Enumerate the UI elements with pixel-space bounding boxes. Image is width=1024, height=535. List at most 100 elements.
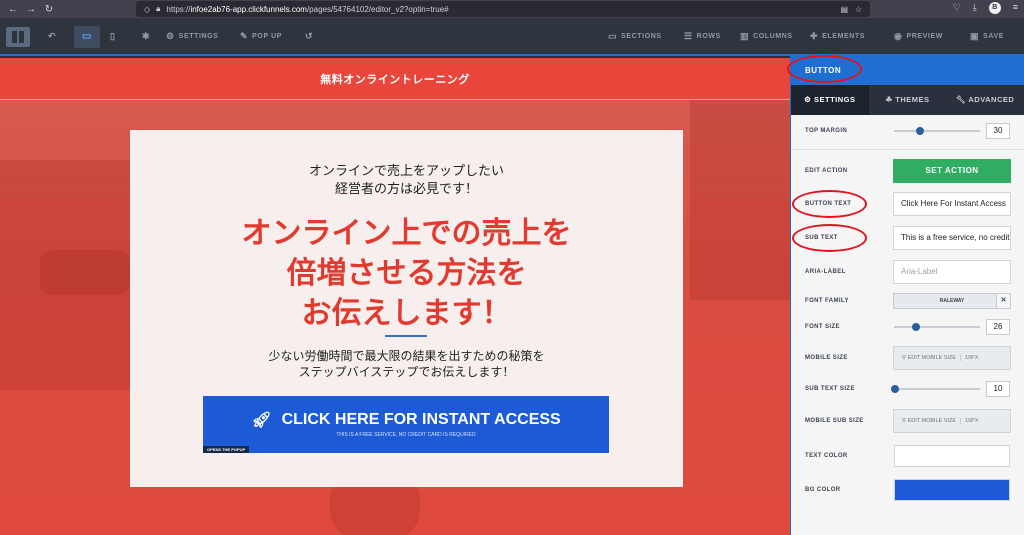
button-settings-panel: BUTTON ⚙ SETTINGS ☘ THEMES 🔧︎ ADVANCED T…: [790, 56, 1024, 535]
sliders-icon: ⚙: [166, 31, 175, 41]
sub-text-size-label: SUB TEXT SIZE: [805, 386, 855, 392]
tab-advanced[interactable]: 🔧︎ ADVANCED: [946, 85, 1024, 115]
top-margin-label: TOP MARGIN: [805, 128, 848, 134]
mobile-size-label: MOBILE SIZE: [805, 355, 848, 361]
aria-label-row: ARIA-LABEL Aria-Label: [791, 257, 1024, 287]
font-size-input[interactable]: 26: [986, 319, 1010, 335]
sub-text-input[interactable]: This is a free service, no credit card i…: [893, 226, 1011, 250]
font-family-select[interactable]: RALEWAY ✕: [893, 293, 1011, 309]
cta-button-text: CLICK HERE FOR INSTANT ACCESS: [281, 411, 561, 428]
header-section[interactable]: 無料オンライントレーニング: [0, 58, 790, 100]
pocket-icon[interactable]: ♡: [953, 2, 961, 14]
text-color-row: TEXT COLOR: [791, 441, 1024, 471]
annotation-oval-button-text: [792, 190, 867, 218]
bg-color-row: BG COLOR: [791, 475, 1024, 505]
browser-toolbar: ← → ↻ ◇ 🔒︎ https://infoe2ab76-app.clickf…: [0, 0, 1024, 18]
address-bar[interactable]: ◇ 🔒︎ https://infoe2ab76-app.clickfunnels…: [136, 1, 870, 17]
slider-knob[interactable]: [912, 323, 920, 331]
slider-knob[interactable]: [916, 127, 924, 135]
download-icon[interactable]: ⤓: [973, 2, 977, 14]
mobile-sub-size-label: MOBILE SUB SIZE: [805, 418, 864, 424]
forward-icon[interactable]: →: [22, 4, 40, 15]
mobile-sub-size-row: MOBILE SUB SIZE ⚲ EDIT MOBILE SIZE 10PX: [791, 406, 1024, 436]
top-margin-row: TOP MARGIN 30: [791, 116, 1024, 146]
content-card[interactable]: オンラインで売上をアップしたい 経営者の方は必見です！ オンライン上での売上を …: [130, 130, 683, 487]
lock-icon: 🔒︎: [156, 4, 161, 13]
font-size-label: FONT SIZE: [805, 324, 840, 330]
desktop-view-icon[interactable]: ▭: [74, 26, 100, 48]
rows-button[interactable]: ☰ ROWS: [684, 31, 721, 42]
text-color-swatch[interactable]: [894, 445, 1010, 467]
elements-button[interactable]: ✚ ELEMENTS: [810, 31, 865, 42]
profile-avatar[interactable]: B: [988, 2, 1001, 14]
settings-button[interactable]: ⚙ SETTINGS: [166, 31, 218, 42]
aria-label-input[interactable]: Aria-Label: [893, 260, 1011, 284]
annotation-oval-button-title: [787, 55, 862, 83]
main-headline[interactable]: オンライン上での売上を 倍増させる方法を お伝えします！: [130, 214, 683, 334]
edit-icon: ✎: [240, 31, 249, 41]
sub-line-2: ステップバイステップでお伝えします！: [298, 365, 515, 379]
panel-tabs: ⚙ SETTINGS ☘ THEMES 🔧︎ ADVANCED: [791, 85, 1024, 115]
wrench-icon: 🔧︎: [956, 95, 969, 104]
clickfunnels-logo[interactable]: [6, 27, 30, 47]
sub-text-size-slider[interactable]: [891, 385, 980, 393]
divider-line: [385, 335, 427, 337]
url-text: https://infoe2ab76-app.clickfunnels.com/…: [166, 4, 449, 14]
gear-icon[interactable]: ✱: [142, 31, 150, 42]
headline-line-2: 倍増させる方法を: [286, 257, 527, 290]
annotation-oval-sub-text: [792, 224, 867, 252]
bookmark-star-icon[interactable]: ☆: [855, 5, 862, 14]
menu-icon[interactable]: ≡: [1013, 2, 1018, 14]
edit-action-label: EDIT ACTION: [805, 168, 848, 174]
sub-headline[interactable]: 少ない労働時間で最大限の結果を出すための秘策を ステップバイステップでお伝えしま…: [130, 348, 683, 380]
bg-color-label: BG COLOR: [805, 487, 841, 493]
undo-arrow-icon[interactable]: ↶: [48, 31, 56, 42]
text-color-label: TEXT COLOR: [805, 453, 848, 459]
sections-button[interactable]: ▭ SECTIONS: [608, 31, 662, 42]
slider-knob[interactable]: [891, 385, 899, 393]
header-title: 無料オンライントレーニング: [320, 73, 470, 86]
top-margin-slider[interactable]: [894, 127, 980, 135]
cta-button[interactable]: 🚀︎ CLICK HERE FOR INSTANT ACCESS THIS IS…: [203, 396, 609, 453]
edit-action-row: EDIT ACTION SET ACTION: [791, 156, 1024, 186]
font-family-label: FONT FAMILY: [805, 298, 849, 304]
aria-label-label: ARIA-LABEL: [805, 269, 846, 275]
mobile-size-row: MOBILE SIZE ⚲ EDIT MOBILE SIZE 10PX: [791, 343, 1024, 373]
popup-tag: OPENS THE POPUP: [203, 446, 250, 453]
sub-text-size-row: SUB TEXT SIZE 10: [791, 374, 1024, 404]
back-icon[interactable]: ←: [4, 4, 22, 15]
palette-icon: ☘: [885, 95, 896, 104]
columns-button[interactable]: ▥ COLUMNS: [740, 31, 793, 42]
tab-settings[interactable]: ⚙ SETTINGS: [791, 85, 869, 115]
history-icon[interactable]: ↺: [305, 31, 313, 42]
clear-icon[interactable]: ✕: [996, 294, 1010, 308]
lead-line-1: オンラインで売上をアップしたい: [308, 163, 504, 178]
edit-mobile-sub-size-button[interactable]: ⚲ EDIT MOBILE SIZE 10PX: [893, 409, 1011, 433]
reload-icon[interactable]: ↻: [40, 4, 58, 15]
bg-color-swatch[interactable]: [894, 479, 1010, 501]
edit-mobile-size-button[interactable]: ⚲ EDIT MOBILE SIZE 10PX: [893, 346, 1011, 370]
page-canvas: 無料オンライントレーニング オンラインで売上をアップしたい 経営者の方は必見です…: [0, 58, 790, 535]
gear-icon: ⚙: [804, 95, 814, 104]
reader-icon[interactable]: ▤: [840, 5, 848, 14]
mobile-view-icon[interactable]: ▯: [110, 31, 116, 42]
popup-button[interactable]: ✎ POP UP: [240, 31, 282, 42]
preview-button[interactable]: ◉ PREVIEW: [894, 31, 943, 42]
editor-toolbar: ↶ ▭ ▯ ✱ ⚙ SETTINGS ✎ POP UP ↺ ▭ SECTIONS ☰ R…: [0, 18, 1024, 56]
save-button[interactable]: ▣ SAVE: [970, 31, 1004, 42]
shield-icon: ◇: [144, 4, 151, 14]
set-action-button[interactable]: SET ACTION: [893, 159, 1011, 183]
font-size-row: FONT SIZE 26: [791, 312, 1024, 342]
cta-button-subtext: THIS IS A FREE SERVICE, NO CREDIT CARD I…: [336, 432, 476, 438]
lead-text[interactable]: オンラインで売上をアップしたい 経営者の方は必見です！: [130, 162, 683, 198]
headline-line-3: お伝えします！: [301, 297, 512, 330]
lead-line-2: 経営者の方は必見です！: [334, 181, 478, 196]
button-text-input[interactable]: Click Here For Instant Access: [893, 192, 1011, 216]
sub-text-size-input[interactable]: 10: [986, 381, 1010, 397]
headline-line-1: オンライン上での売上を: [241, 217, 572, 250]
tab-themes[interactable]: ☘ THEMES: [869, 85, 947, 115]
rocket-icon: 🚀︎: [251, 412, 272, 429]
font-size-slider[interactable]: [894, 323, 980, 331]
sub-line-1: 少ない労働時間で最大限の結果を出すための秘策を: [268, 349, 545, 363]
top-margin-input[interactable]: 30: [986, 123, 1010, 139]
